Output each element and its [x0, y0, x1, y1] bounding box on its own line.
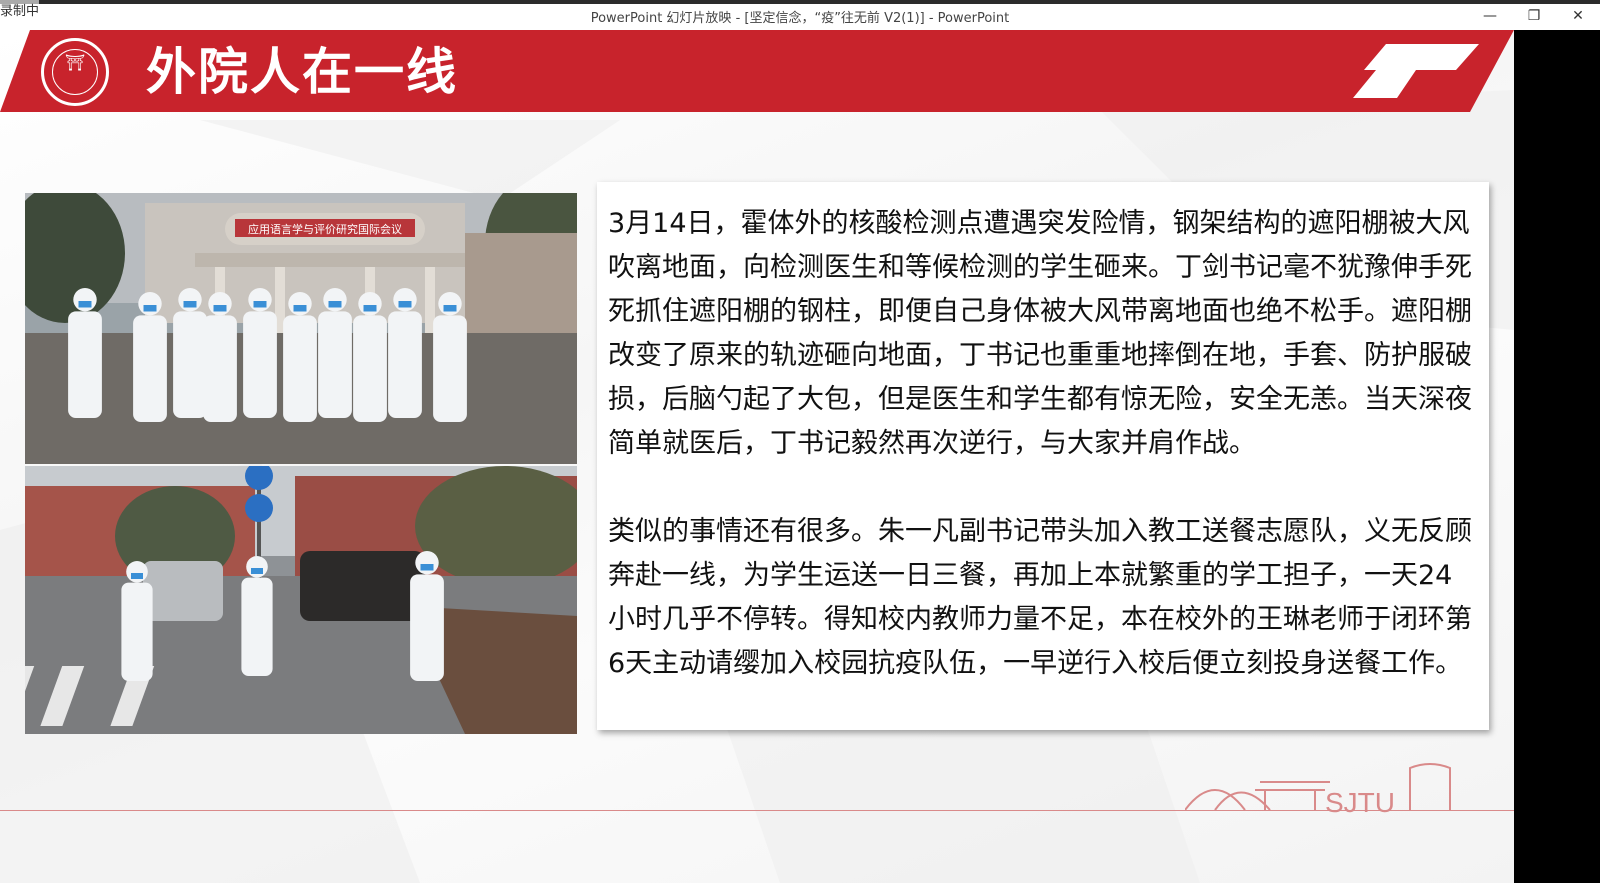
face-mask [131, 573, 143, 579]
ppe-figure [121, 582, 153, 681]
recording-indicator: 录制中 [0, 0, 40, 19]
university-seal-logo: ⛩ [41, 38, 109, 106]
photo-street-volunteers [25, 466, 577, 734]
ppe-figure [241, 577, 273, 676]
paragraph-volunteers: 类似的事情还有很多。朱一凡副书记带头加入教工送餐志愿队，义无反顾奔赴一线，为学生… [608, 516, 1472, 679]
ppe-hood [248, 288, 272, 312]
sjtu-footer-text: SJTU [1325, 787, 1395, 818]
ppe-figure [68, 311, 102, 418]
slide-canvas[interactable]: ⛩ 外院人在一线 应用语言学与评价研究国际会议 3月14日，霍体外的核酸检测点遭… [0, 30, 1514, 883]
ppe-hood [73, 288, 97, 312]
ppe-hood [323, 288, 347, 312]
photo-group-at-entrance: 应用语言学与评价研究国际会议 [25, 193, 577, 464]
ppe-figure [433, 315, 467, 422]
photo-street-image [25, 466, 577, 734]
ppe-hood [138, 292, 162, 316]
window-title: PowerPoint 幻灯片放映 - [坚定信念，“疫”往无前 V2(1)] -… [590, 11, 1010, 26]
slide-title: 外院人在一线 [146, 43, 458, 101]
ppe-hood [126, 561, 148, 583]
presenter-side-panel [1514, 30, 1600, 883]
close-button[interactable]: ✕ [1558, 4, 1598, 28]
face-mask [253, 301, 267, 308]
ppe-hood [415, 551, 439, 575]
face-mask [183, 301, 197, 308]
ppe-figure [243, 311, 277, 418]
paragraph-incident: 3月14日，霍体外的核酸检测点遭遇突发险情，钢架结构的遮阳棚被大风吹离地面，向检… [608, 208, 1472, 459]
ppe-figure [133, 315, 167, 422]
face-mask [143, 305, 157, 312]
face-mask [293, 305, 307, 312]
ppe-hood [246, 556, 268, 578]
sjtu-footer-logo: SJTU [1185, 763, 1451, 818]
photo-group-image: 应用语言学与评价研究国际会议 [25, 193, 577, 464]
window-title-bar: PowerPoint 幻灯片放映 - [坚定信念，“疫”往无前 V2(1)] -… [0, 0, 1600, 31]
ppe-hood [393, 288, 417, 312]
face-mask [328, 301, 342, 308]
ppe-figure [173, 311, 207, 418]
ppe-figure [410, 574, 444, 681]
window-top-strip [0, 0, 1600, 4]
text-content-box[interactable]: 3月14日，霍体外的核酸检测点遭遇突发险情，钢架结构的遮阳棚被大风吹离地面，向检… [597, 182, 1489, 730]
ppe-figure [318, 311, 352, 418]
minimize-button[interactable]: — [1470, 4, 1510, 28]
ppe-figure [203, 315, 237, 422]
face-mask [398, 301, 412, 308]
ppe-hood [358, 292, 382, 316]
face-mask [251, 568, 263, 574]
ppe-figure [353, 315, 387, 422]
ppe-hood [438, 292, 462, 316]
face-mask [443, 305, 457, 312]
ppe-hood [208, 292, 232, 316]
ppe-figure [388, 311, 422, 418]
face-mask [420, 564, 434, 571]
face-mask [78, 301, 92, 308]
ppe-hood [178, 288, 202, 312]
ppe-figure [283, 315, 317, 422]
face-mask [213, 305, 227, 312]
seal-emblem-icon: ⛩ [64, 53, 86, 72]
restore-button[interactable]: ❐ [1514, 4, 1554, 28]
ppe-hood [288, 292, 312, 316]
face-mask [363, 305, 377, 312]
photo1-banner-text: 应用语言学与评价研究国际会议 [248, 222, 402, 236]
